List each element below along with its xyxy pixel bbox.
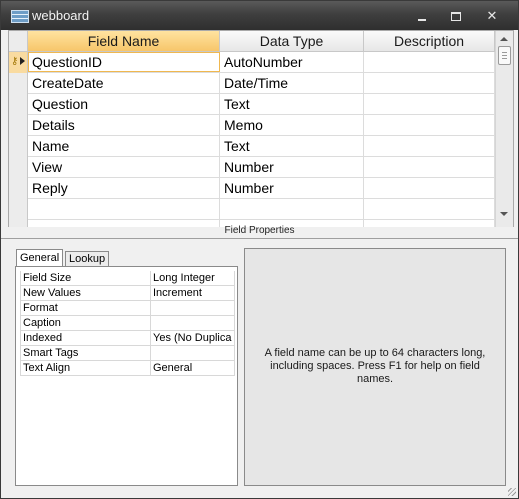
table-icon	[11, 10, 29, 23]
current-row-arrow-icon	[20, 57, 25, 65]
property-value[interactable]: Increment	[151, 286, 235, 301]
field-row[interactable]	[9, 199, 495, 220]
row-selector-header	[9, 31, 28, 52]
property-row[interactable]: Indexed Yes (No Duplica	[20, 331, 235, 346]
column-header-field-name[interactable]: Field Name	[28, 31, 220, 52]
column-header-description[interactable]: Description	[364, 31, 495, 52]
description-cell[interactable]	[364, 136, 495, 156]
row-selector[interactable]	[9, 157, 28, 178]
field-row[interactable]: Question Text	[9, 94, 495, 115]
property-value[interactable]: Yes (No Duplica	[151, 331, 235, 346]
property-name: Indexed	[20, 331, 151, 346]
row-selector[interactable]	[9, 94, 28, 115]
property-row[interactable]: Smart Tags	[20, 346, 235, 361]
row-selector[interactable]	[9, 73, 28, 94]
primary-key-icon: ⚷	[11, 56, 19, 67]
property-name: New Values	[20, 286, 151, 301]
data-type-cell[interactable]: Text	[220, 94, 364, 114]
field-name-cell[interactable]: Question	[28, 94, 220, 114]
row-selector[interactable]	[9, 199, 28, 220]
close-icon: ✕	[486, 8, 498, 23]
field-properties-panel: General Lookup Field Size Long Integer N…	[8, 239, 510, 489]
data-type-cell[interactable]: Date/Time	[220, 73, 364, 93]
property-row[interactable]: New Values Increment	[20, 286, 235, 301]
row-selector[interactable]	[9, 136, 28, 157]
window-title: webboard	[32, 8, 90, 23]
field-row[interactable]: View Number	[9, 157, 495, 178]
field-properties-label: Field Properties	[224, 225, 295, 236]
property-value[interactable]	[151, 301, 235, 316]
field-name-cell[interactable]: QuestionID	[28, 52, 220, 72]
property-value[interactable]: Long Integer	[151, 271, 235, 286]
property-row[interactable]: Format	[20, 301, 235, 316]
minimize-button[interactable]	[405, 5, 439, 27]
data-type-cell[interactable]: Number	[220, 157, 364, 177]
field-row[interactable]: Name Text	[9, 136, 495, 157]
row-selector[interactable]: ⚷	[9, 52, 28, 73]
description-cell[interactable]	[364, 157, 495, 177]
scroll-up-icon[interactable]	[500, 37, 508, 41]
title-bar[interactable]: webboard ✕	[1, 1, 518, 30]
field-help-text: A field name can be up to 64 characters …	[264, 347, 486, 385]
data-type-cell[interactable]: Memo	[220, 115, 364, 135]
description-cell[interactable]	[364, 178, 495, 198]
property-name: Smart Tags	[20, 346, 151, 361]
data-type-cell[interactable]: Number	[220, 178, 364, 198]
field-name-cell[interactable]: Details	[28, 115, 220, 135]
property-value[interactable]: General	[151, 361, 235, 376]
description-cell[interactable]	[364, 73, 495, 93]
description-cell[interactable]	[364, 94, 495, 114]
general-properties-list: Field Size Long Integer New Values Incre…	[15, 266, 238, 486]
maximize-icon	[451, 12, 461, 21]
scroll-thumb[interactable]	[498, 46, 511, 65]
minimize-icon	[418, 19, 426, 21]
row-selector[interactable]	[9, 178, 28, 199]
description-cell[interactable]	[364, 52, 495, 72]
property-name: Caption	[20, 316, 151, 331]
description-cell[interactable]	[364, 199, 495, 219]
field-grid: Field Name Data Type Description ⚷ Quest…	[8, 30, 514, 229]
description-cell[interactable]	[364, 115, 495, 135]
field-name-cell[interactable]: Name	[28, 136, 220, 156]
field-name-cell[interactable]	[28, 199, 220, 219]
close-button[interactable]: ✕	[475, 5, 509, 27]
scroll-down-icon[interactable]	[500, 212, 508, 216]
column-header-data-type[interactable]: Data Type	[220, 31, 364, 52]
property-name: Format	[20, 301, 151, 316]
data-type-cell[interactable]	[220, 199, 364, 219]
field-row[interactable]: Details Memo	[9, 115, 495, 136]
tab-general[interactable]: General	[16, 249, 64, 266]
field-name-cell[interactable]: CreateDate	[28, 73, 220, 93]
field-name-cell[interactable]: View	[28, 157, 220, 177]
property-row[interactable]: Field Size Long Integer	[20, 271, 235, 286]
property-name: Text Align	[20, 361, 151, 376]
property-value[interactable]	[151, 316, 235, 331]
field-help-box: A field name can be up to 64 characters …	[244, 248, 506, 486]
row-selector[interactable]	[9, 115, 28, 136]
field-row[interactable]: CreateDate Date/Time	[9, 73, 495, 94]
field-properties-splitter[interactable]: Field Properties	[1, 225, 518, 239]
resize-grip-icon[interactable]	[508, 488, 516, 496]
property-row[interactable]: Caption	[20, 316, 235, 331]
property-value[interactable]	[151, 346, 235, 361]
field-name-cell[interactable]: Reply	[28, 178, 220, 198]
property-row[interactable]: Text Align General	[20, 361, 235, 376]
property-name: Field Size	[20, 271, 151, 286]
data-type-cell[interactable]: AutoNumber	[220, 52, 364, 72]
data-type-cell[interactable]: Text	[220, 136, 364, 156]
table-design-window: webboard ✕ Field Name Data Type Descript…	[0, 0, 519, 499]
tab-lookup[interactable]: Lookup	[65, 251, 110, 266]
grid-vertical-scrollbar[interactable]	[495, 31, 513, 228]
field-row[interactable]: ⚷ QuestionID AutoNumber	[9, 52, 495, 73]
maximize-button[interactable]	[439, 5, 473, 27]
field-row[interactable]: Reply Number	[9, 178, 495, 199]
